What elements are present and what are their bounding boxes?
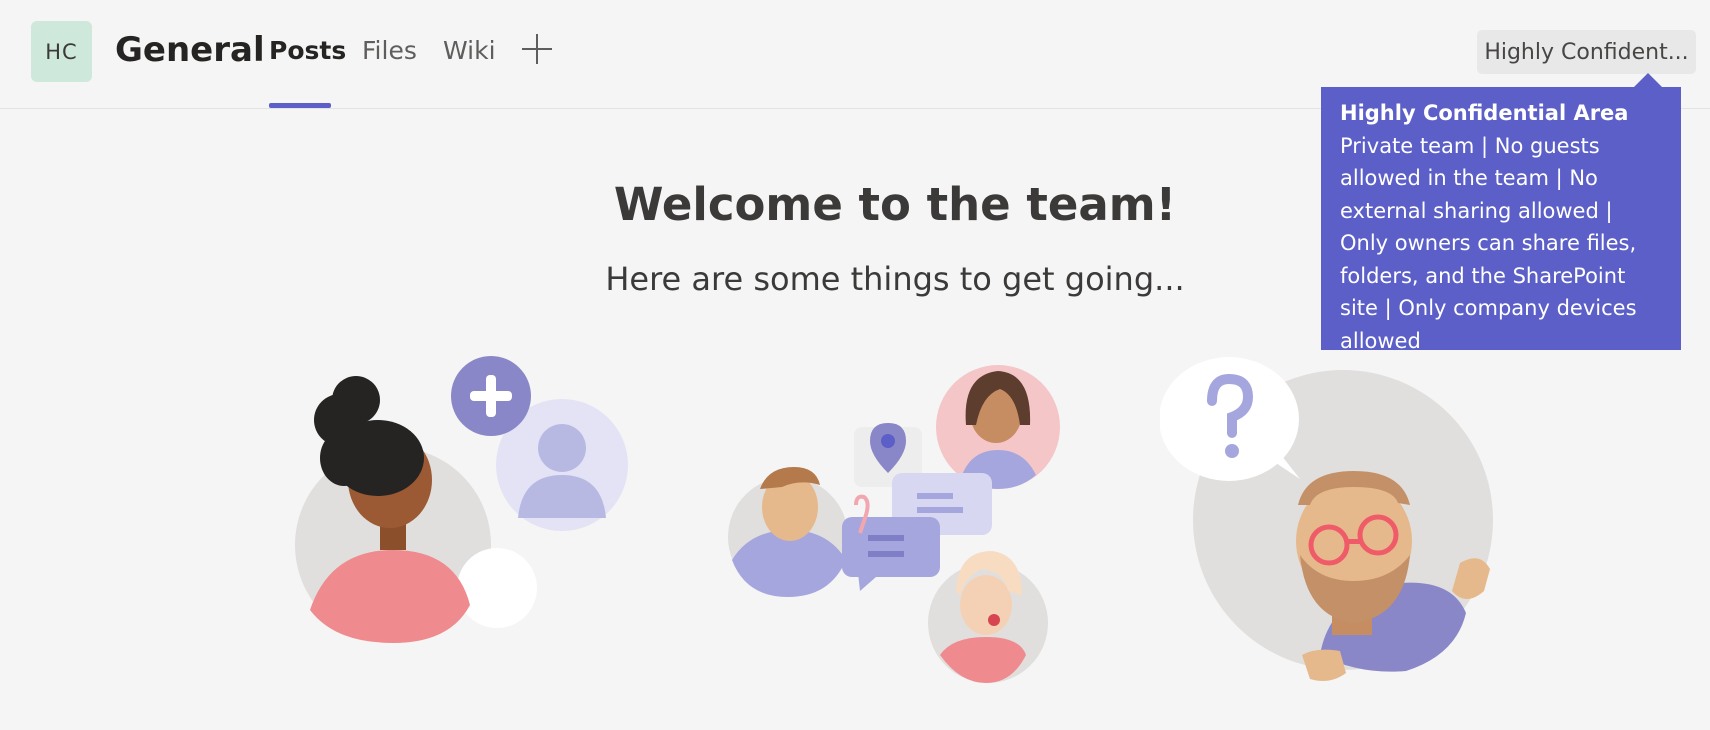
- team-avatar[interactable]: HC: [31, 21, 92, 82]
- tab-files[interactable]: Files: [362, 36, 417, 65]
- sensitivity-label-button[interactable]: Highly Confident...: [1477, 30, 1696, 74]
- welcome-title: Welcome to the team!: [613, 178, 1177, 231]
- question-icon: [1160, 357, 1300, 481]
- help-illustration: [1160, 357, 1493, 681]
- team-initials: HC: [45, 39, 78, 64]
- channel-title: General: [115, 30, 265, 70]
- tooltip-body: Private team | No guests allowed in the …: [1340, 133, 1637, 353]
- add-tab-icon[interactable]: [522, 34, 552, 64]
- tab-wiki[interactable]: Wiki: [443, 36, 496, 65]
- tooltip-title: Highly Confidential Area: [1340, 101, 1629, 125]
- active-tab-indicator: [269, 103, 331, 108]
- tooltip-arrow: [1634, 73, 1662, 87]
- add-members-illustration: [295, 356, 628, 643]
- tab-posts[interactable]: Posts: [269, 36, 346, 65]
- welcome-subtitle: Here are some things to get going...: [605, 260, 1185, 298]
- add-member-plus-icon: [451, 356, 531, 436]
- collaboration-illustration: [728, 365, 1060, 683]
